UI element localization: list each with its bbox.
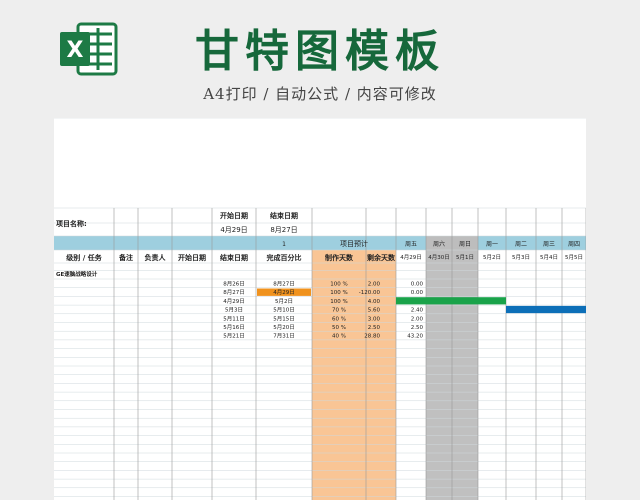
date-header: 4月29日 bbox=[400, 254, 422, 261]
page-title: 甘特图模板 bbox=[195, 26, 445, 77]
date-header: 4月30日 bbox=[428, 254, 450, 261]
task-days: 28.80 bbox=[364, 334, 380, 340]
task-days: 5.60 bbox=[368, 308, 381, 314]
task-percent: 70 % bbox=[332, 308, 346, 314]
column-header: 级别 / 任务 bbox=[65, 253, 102, 262]
day-header: 周三 bbox=[543, 241, 555, 248]
orange-column-fill bbox=[312, 236, 396, 500]
column-header: 制作天数 bbox=[325, 253, 354, 262]
task-end-date: 7月31日 bbox=[273, 333, 295, 340]
task-start-date: 5月21日 bbox=[223, 333, 245, 340]
day-header: 周一 bbox=[486, 241, 498, 248]
date-header: 5月4日 bbox=[540, 254, 558, 261]
task-end-date: 5月10日 bbox=[273, 307, 295, 314]
task-days: 3.00 bbox=[368, 316, 381, 322]
task-start-date: 5月16日 bbox=[223, 324, 245, 331]
page-subtitle: A4打印 / 自动公式 / 内容可修改 bbox=[203, 85, 437, 103]
task-start-date: 4月29日 bbox=[223, 298, 245, 305]
task-percent: 40 % bbox=[332, 334, 346, 340]
task-end-date: 8月27日 bbox=[273, 281, 295, 288]
banner: X 甘特图模板 A4打印 / 自动公式 / 内容可修改 bbox=[0, 0, 640, 118]
task-remaining: 2.50 bbox=[411, 325, 424, 331]
task-end-date: 5月20日 bbox=[273, 324, 295, 331]
end-date-label: 结束日期 bbox=[269, 211, 298, 220]
task-end-date: 5月15日 bbox=[273, 315, 295, 322]
column-header: 完成百分比 bbox=[267, 253, 302, 262]
end-date-value: 8月27日 bbox=[270, 226, 297, 234]
task-percent: 100 % bbox=[330, 290, 347, 296]
task-start-date: 5月11日 bbox=[223, 315, 245, 322]
task-percent: 60 % bbox=[332, 316, 346, 322]
column-header: 负责人 bbox=[145, 253, 167, 262]
project-forecast-label: 项目预计 bbox=[340, 239, 368, 248]
date-header: 5月3日 bbox=[512, 254, 530, 261]
task-days: 2.00 bbox=[368, 282, 381, 288]
section-title: GE速脑战略设计 bbox=[56, 270, 98, 278]
gantt-bar[interactable] bbox=[506, 305, 586, 314]
column-header: 开始日期 bbox=[178, 253, 206, 262]
task-remaining: 0.00 bbox=[411, 290, 424, 296]
gantt-grid: 项目名称:开始日期 结束日期4月29日 8月27日1 项目预计 周五4月29日周六4月3… bbox=[54, 118, 586, 500]
task-percent: 100 % bbox=[330, 282, 347, 288]
day-header: 周二 bbox=[515, 241, 527, 248]
day-header: 周四 bbox=[568, 241, 580, 248]
task-start-date: 8月27日 bbox=[223, 289, 245, 296]
week-number: 1 bbox=[282, 241, 286, 248]
task-start-date: 8月26日 bbox=[223, 281, 245, 288]
task-days: 2.50 bbox=[368, 325, 381, 331]
task-remaining: 0.00 bbox=[411, 282, 424, 288]
date-header: 5月2日 bbox=[483, 254, 501, 261]
task-start-date: 5月3日 bbox=[225, 307, 243, 314]
task-percent: 100 % bbox=[330, 299, 347, 305]
task-end-date: 5月2日 bbox=[275, 298, 293, 305]
task-end-date: 4月29日 bbox=[273, 289, 295, 296]
column-header: 备注 bbox=[118, 253, 133, 262]
day-header: 周六 bbox=[433, 240, 445, 248]
task-remaining: 2.00 bbox=[411, 316, 424, 322]
task-days: -120.00 bbox=[359, 290, 381, 296]
gantt-bar[interactable] bbox=[396, 297, 506, 305]
day-header: 周五 bbox=[405, 241, 417, 248]
column-header: 结束日期 bbox=[219, 253, 248, 262]
date-header: 5月5日 bbox=[565, 254, 583, 261]
project-name-label: 项目名称: bbox=[56, 219, 87, 228]
spreadsheet[interactable]: 项目名称: 开始日期 结束日期 4月29日 8月27日 1 项目预计 周五 4月29日 周六 4月3… bbox=[54, 118, 586, 500]
date-header: 5月1日 bbox=[456, 254, 474, 261]
column-header: 剩余天数 bbox=[367, 253, 396, 262]
day-header: 周日 bbox=[459, 241, 471, 248]
start-date-value: 4月29日 bbox=[220, 226, 247, 234]
task-remaining: 43.20 bbox=[407, 334, 423, 340]
task-days: 4.00 bbox=[368, 299, 381, 305]
task-remaining: 2.40 bbox=[411, 308, 424, 314]
task-percent: 50 % bbox=[332, 325, 346, 331]
start-date-label: 开始日期 bbox=[220, 211, 248, 220]
